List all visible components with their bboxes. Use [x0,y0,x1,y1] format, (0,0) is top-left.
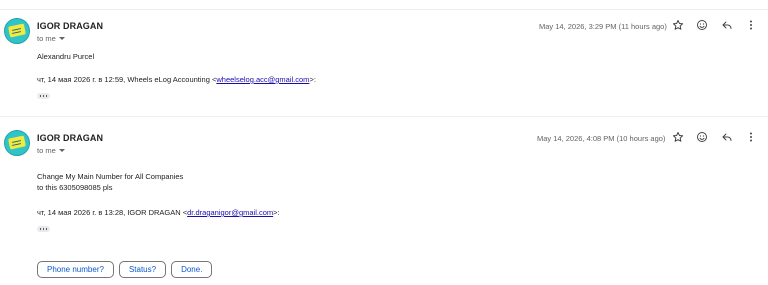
smart-reply-bar: Phone number? Status? Done. [37,261,213,278]
emoji-icon[interactable] [695,130,709,144]
sender-name[interactable]: IGOR DRAGAN [37,21,103,31]
message-body-line: to this 6305098085 pls [37,183,113,192]
quoted-header-suffix: >: [309,75,316,84]
recipient-details-toggle[interactable]: to me [37,146,65,155]
quoted-header: чт, 14 мая 2026 г. в 13:28, IGOR DRAGAN … [37,208,280,218]
smart-reply-done[interactable]: Done. [171,261,213,278]
message-date: May 14, 2026, 4:08 PM (10 hours ago) [537,134,666,143]
star-icon[interactable] [671,130,685,144]
top-divider [0,9,768,10]
reply-icon[interactable] [720,130,734,144]
recipient-label: to me [37,146,56,155]
message-date: May 14, 2026, 3:29 PM (11 hours ago) [539,22,667,31]
email-link[interactable]: dr.draganigor@gmail.com [187,208,273,217]
sender-name[interactable]: IGOR DRAGAN [37,133,103,143]
more-vert-icon[interactable] [744,18,758,32]
reply-icon[interactable] [720,18,734,32]
message-body-line: Alexandru Purcel [37,52,95,61]
more-vert-icon[interactable] [744,130,758,144]
caret-down-icon [58,37,65,40]
quoted-header: чт, 14 мая 2026 г. в 12:59, Wheels eLog … [37,75,316,85]
emoji-icon[interactable] [695,18,709,32]
avatar[interactable] [4,18,30,44]
recipient-details-toggle[interactable]: to me [37,34,65,43]
quoted-header-prefix: чт, 14 мая 2026 г. в 13:28, IGOR DRAGAN … [37,208,188,217]
message-divider [0,116,768,117]
message-body-line: Change My Main Number for All Companies [37,172,184,181]
quoted-header-suffix: >: [273,208,280,217]
recipient-label: to me [37,34,56,43]
caret-down-icon [58,149,65,152]
show-trimmed-content-button[interactable] [37,93,50,99]
smart-reply-status[interactable]: Status? [118,261,167,278]
email-link[interactable]: wheelselog.acc@gmail.com [216,75,309,84]
star-icon[interactable] [671,18,685,32]
smart-reply-phone-number[interactable]: Phone number? [37,261,114,278]
avatar[interactable] [4,130,30,156]
quoted-header-prefix: чт, 14 мая 2026 г. в 12:59, Wheels eLog … [37,75,217,84]
show-trimmed-content-button[interactable] [37,226,50,232]
